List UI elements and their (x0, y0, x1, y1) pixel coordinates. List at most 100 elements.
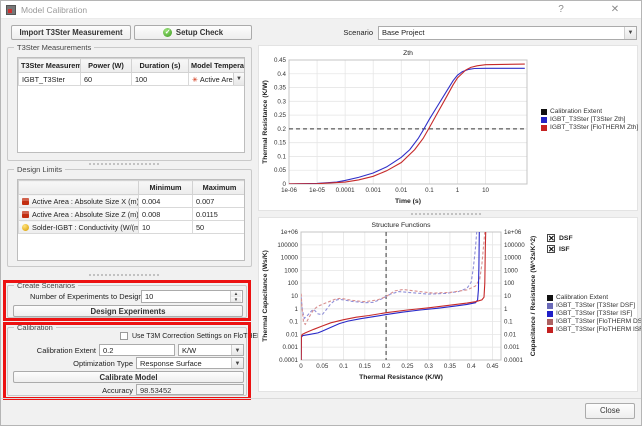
structure-functions-legend: Calibration Extent IGBT_T3Ster [T3Ster D… (547, 294, 642, 333)
legend-item: IGBT_T3Ster [FloTHERM DSF] (547, 318, 642, 325)
dsf-toggle[interactable]: DSF (547, 234, 573, 242)
splitter-handle[interactable] (89, 274, 159, 276)
svg-text:Thermal Resistance (K/W): Thermal Resistance (K/W) (262, 80, 269, 164)
experiments-count-stepper[interactable]: 10 ▲▼ (141, 290, 243, 303)
table-row: Active Area : Absolute Size X (m) 0.004 … (19, 195, 246, 208)
limit-name-cell[interactable]: Active Area : Absolute Size Z (m) (19, 208, 139, 221)
limit-max-cell[interactable]: 50 (193, 221, 246, 234)
t3m-correction-checkbox[interactable] (120, 332, 128, 340)
svg-text:0.4: 0.4 (467, 363, 476, 370)
stepper-arrows[interactable]: ▲▼ (230, 291, 241, 302)
svg-text:0.01: 0.01 (504, 331, 517, 338)
svg-text:1: 1 (456, 187, 460, 194)
checked-checkbox-icon[interactable] (547, 245, 555, 253)
scenario-dropdown[interactable]: Base Project ▼ (378, 26, 637, 40)
table-row: Active Area : Absolute Size Z (m) 0.008 … (19, 208, 246, 221)
window-title: Model Calibration (21, 5, 87, 15)
zth-chart-card: 1e-061e-050.00010.0010.010.111000.050.10… (258, 45, 638, 211)
limit-min-cell[interactable]: 10 (139, 221, 193, 234)
limit-name-cell[interactable]: Solder-IGBT : Conductivity (W/(mK)) (19, 221, 139, 234)
power-cell[interactable]: 60 (81, 73, 132, 86)
col-header-model-temperature[interactable]: Model Temperature (189, 59, 245, 73)
svg-text:0.15: 0.15 (359, 363, 372, 370)
design-experiments-button[interactable]: Design Experiments (13, 305, 243, 317)
svg-text:1e+06: 1e+06 (504, 229, 522, 236)
close-window-button[interactable]: ✕ (607, 3, 623, 16)
scenario-label: Scenario (301, 28, 373, 37)
model-calibration-dialog: Model Calibration ? ✕ Import T3Ster Meas… (0, 0, 642, 426)
limit-max-cell[interactable]: 0.0115 (193, 208, 246, 221)
svg-text:1: 1 (504, 306, 508, 313)
svg-text:0.001: 0.001 (283, 344, 299, 351)
material-icon (22, 224, 29, 231)
svg-text:Zth: Zth (403, 50, 413, 57)
optimization-type-label: Optimization Type (48, 359, 133, 368)
svg-text:100: 100 (504, 280, 515, 287)
calibration-extent-input[interactable]: 0.2 (99, 344, 175, 356)
model-temperature-combo[interactable]: ✳Active Area:M ▼ (189, 73, 245, 86)
svg-text:0.1: 0.1 (425, 187, 434, 194)
svg-text:Thermal Capacitance (Ws/K): Thermal Capacitance (Ws/K) (262, 250, 269, 342)
limit-name-cell[interactable]: Active Area : Absolute Size X (m) (19, 195, 139, 208)
col-header-maximum[interactable]: Maximum (193, 181, 246, 195)
zth-legend: Calibration Extent IGBT_T3Ster [T3Ster Z… (541, 108, 638, 131)
create-scenarios-group-label: Create Scenarios (14, 281, 78, 290)
svg-text:0.1: 0.1 (277, 153, 286, 160)
extent-unit-dropdown[interactable]: K/W ▼ (178, 344, 244, 356)
svg-text:0.001: 0.001 (365, 187, 381, 194)
setup-check-icon (163, 28, 172, 37)
svg-text:1000: 1000 (284, 267, 298, 274)
legend-swatch (547, 295, 553, 301)
svg-text:0.3: 0.3 (277, 98, 286, 105)
svg-text:0.2: 0.2 (382, 363, 391, 370)
svg-text:0.45: 0.45 (274, 57, 287, 64)
svg-text:0.0001: 0.0001 (279, 357, 298, 364)
close-button[interactable]: Close (585, 403, 635, 419)
chevron-down-icon[interactable]: ▼ (231, 345, 243, 355)
svg-text:0.0001: 0.0001 (336, 187, 355, 194)
table-row: IGBT_T3Ster 60 100 ✳Active Area:M ▼ (19, 73, 245, 86)
svg-text:0.001: 0.001 (504, 344, 520, 351)
col-header-minimum[interactable]: Minimum (139, 181, 193, 195)
col-header-parameter[interactable] (19, 181, 139, 195)
limit-max-cell[interactable]: 0.007 (193, 195, 246, 208)
checked-checkbox-icon[interactable] (547, 234, 555, 242)
calibration-group: Calibration Use T3M Correction Settings … (7, 327, 247, 396)
col-header-duration[interactable]: Duration (s) (132, 59, 189, 73)
calibrate-model-button[interactable]: Calibrate Model (13, 371, 244, 383)
col-header-measurement[interactable]: T3Ster Measurement (19, 59, 81, 73)
chevron-down-icon[interactable]: ▼ (231, 358, 243, 368)
import-t3ster-button[interactable]: Import T3Ster Measurement (11, 25, 131, 40)
legend-item: IGBT_T3Ster [T3Ster Zth] (541, 116, 638, 123)
help-button[interactable]: ? (553, 3, 569, 16)
svg-text:0.0001: 0.0001 (504, 357, 523, 364)
chevron-down-icon[interactable]: ▼ (233, 73, 244, 85)
svg-text:0.3: 0.3 (424, 363, 433, 370)
measurements-table: T3Ster Measurement Power (W) Duration (s… (17, 57, 245, 153)
svg-text:0.1: 0.1 (339, 363, 348, 370)
accuracy-value-field: 98.53452 (136, 384, 244, 395)
svg-text:0.25: 0.25 (274, 112, 287, 119)
limit-min-cell[interactable]: 0.004 (139, 195, 193, 208)
optimization-type-dropdown[interactable]: Response Surface ▼ (136, 357, 244, 369)
svg-text:Structure Functions: Structure Functions (372, 222, 432, 229)
svg-text:Thermal Resistance (K/W): Thermal Resistance (K/W) (359, 374, 443, 381)
legend-swatch (547, 311, 553, 317)
splitter-handle[interactable] (411, 213, 481, 215)
svg-text:0.05: 0.05 (316, 363, 329, 370)
chevron-down-icon[interactable]: ▼ (624, 27, 636, 39)
splitter-handle[interactable] (89, 163, 159, 165)
svg-text:1: 1 (295, 306, 299, 313)
limit-min-cell[interactable]: 0.008 (139, 208, 193, 221)
title-bar: Model Calibration ? ✕ (1, 1, 641, 19)
duration-cell[interactable]: 100 (132, 73, 189, 86)
col-header-power[interactable]: Power (W) (81, 59, 132, 73)
svg-text:0.25: 0.25 (401, 363, 414, 370)
legend-swatch (541, 125, 547, 131)
svg-text:0.1: 0.1 (504, 319, 513, 326)
experiments-count-label: Number of Experiments to Design (30, 292, 138, 301)
setup-check-button[interactable]: Setup Check (134, 25, 252, 40)
legend-item: Calibration Extent (547, 294, 642, 301)
measurement-name-cell[interactable]: IGBT_T3Ster (19, 73, 81, 86)
isf-toggle[interactable]: ISF (547, 245, 573, 253)
